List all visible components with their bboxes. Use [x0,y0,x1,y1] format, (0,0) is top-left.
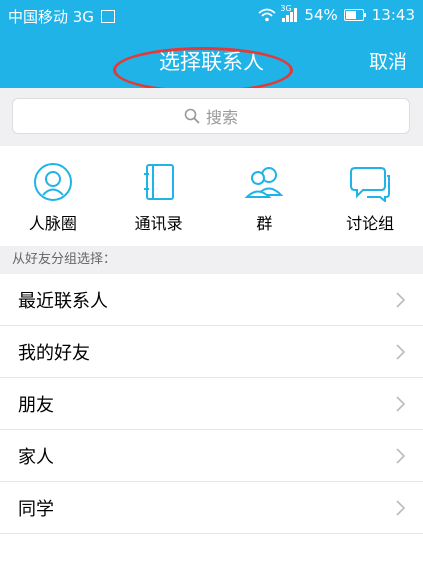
chevron-right-icon [396,447,405,464]
shortcut-label: 通讯录 [134,214,183,233]
list-item[interactable]: 朋友 [0,378,423,430]
list-item[interactable]: 同学 [0,482,423,534]
wifi-icon [258,8,277,22]
gallery-icon [100,10,115,23]
battery-percent: 54% [304,6,338,24]
status-right: 3G 54% 13:43 [258,4,415,24]
chevron-right-icon [396,291,405,308]
search-placeholder: 搜索 [205,108,238,127]
status-bar: 中国移动 3G 3G 54% 13:43 [0,0,423,30]
shortcut-address-book[interactable]: 通讯录 [106,146,212,246]
list-item[interactable]: 最近联系人 [0,274,423,326]
shortcut-groups[interactable]: 群 [212,146,318,246]
list-item[interactable]: 家人 [0,430,423,482]
group-label: 朋友 [18,394,54,416]
network-text: 3G [280,4,292,13]
battery-icon [343,9,366,21]
group-label: 同学 [18,498,54,520]
search-area: 搜索 [0,88,423,146]
group-list: 最近联系人 我的好友 朋友 家人 同学 [0,274,423,534]
bottom-spacer [0,534,423,564]
profile-circle-icon [33,163,72,201]
carrier-label: 中国移动 3G [8,6,115,27]
shortcut-discussion-groups[interactable]: 讨论组 [317,146,423,246]
chevron-right-icon [396,499,405,516]
shortcut-row: 人脉圈 通讯录 群 讨论组 [0,146,423,246]
highlight-circle [113,47,293,93]
group-icon [244,167,284,198]
cancel-button[interactable]: 取消 [369,47,407,74]
shortcut-label: 群 [256,214,273,233]
search-input[interactable]: 搜索 [12,98,410,134]
address-book-icon [143,164,174,200]
network-badge: 3G [280,4,298,22]
group-label: 最近联系人 [18,290,108,312]
carrier-text: 中国移动 3G [8,8,94,26]
group-label: 家人 [18,446,54,468]
chat-bubbles-icon [350,167,391,202]
shortcut-contacts-circle[interactable]: 人脉圈 [0,146,106,246]
shortcut-label: 讨论组 [346,214,395,233]
shortcut-label: 人脉圈 [28,214,77,233]
group-label: 我的好友 [18,342,90,364]
list-item[interactable]: 我的好友 [0,326,423,378]
section-label: 从好友分组选择： [0,246,423,274]
clock: 13:43 [371,6,415,24]
search-icon [184,108,200,124]
chevron-right-icon [396,395,405,412]
chevron-right-icon [396,343,405,360]
